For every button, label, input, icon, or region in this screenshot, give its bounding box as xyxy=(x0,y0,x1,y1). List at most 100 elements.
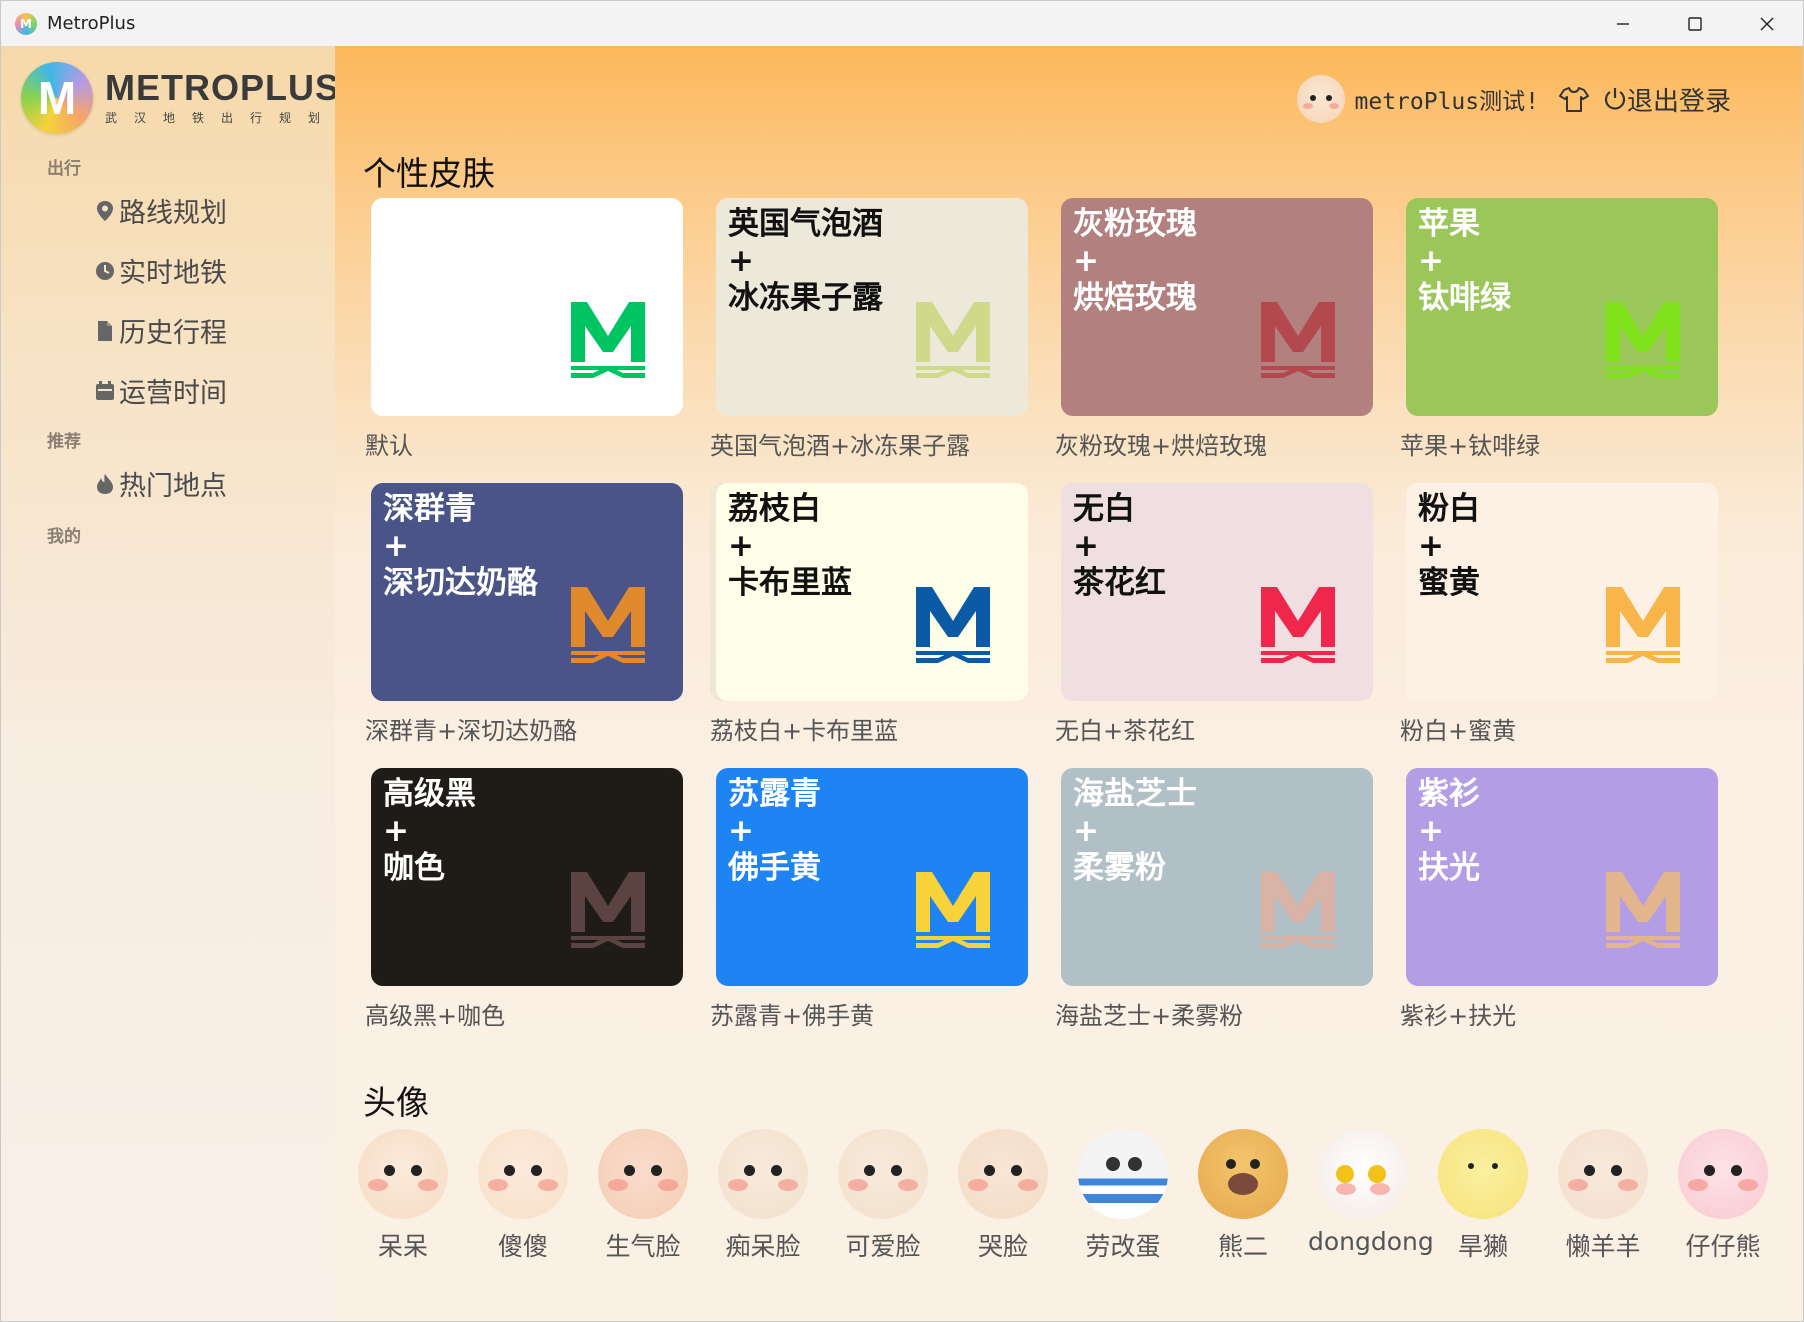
avatar-eye xyxy=(651,1165,662,1176)
skin-card-line: 深切达奶酪 xyxy=(383,565,538,601)
angry-face-icon xyxy=(598,1129,688,1219)
sidebar-item-operating-hours[interactable]: 运营时间 xyxy=(95,371,227,410)
avatar-label: 旱獭 xyxy=(1457,1232,1508,1261)
skin-caption: 海盐芝士+柔雾粉 xyxy=(1055,1002,1244,1030)
avatar-option[interactable]: 哭脸 xyxy=(948,1129,1058,1263)
user-avatar[interactable] xyxy=(1296,75,1345,123)
skin-card-line: + xyxy=(1418,813,1444,849)
skin-card[interactable]: 荔枝白 + 卡布里蓝 xyxy=(716,483,1028,701)
sidebar-item-hot-places[interactable]: 热门地点 xyxy=(95,464,227,503)
crying-face-icon xyxy=(958,1129,1048,1219)
minimize-button[interactable] xyxy=(1587,1,1659,46)
avatar-label: 劳改蛋 xyxy=(1085,1232,1161,1261)
skin-card-line: 蜜黄 xyxy=(1418,565,1480,601)
skin-card-title: 粉白 + 蜜黄 xyxy=(1418,491,1480,602)
avatar-label: 痴呆脸 xyxy=(725,1232,801,1261)
avatar-blush xyxy=(1738,1179,1758,1191)
skin-card-line: 烘焙玫瑰 xyxy=(1073,280,1197,316)
window-controls xyxy=(1587,1,1803,46)
avatar-blush xyxy=(1336,1183,1356,1195)
avatar-blush xyxy=(968,1179,988,1191)
avatar-eye xyxy=(1325,95,1332,101)
skin-card-line: 英国气泡酒 xyxy=(728,206,883,242)
location-pin-icon xyxy=(95,200,115,222)
skin-card[interactable]: 苏露青 + 佛手黄 xyxy=(716,768,1028,986)
metro-m-logo-icon xyxy=(1261,872,1335,948)
skin-card[interactable]: 英国气泡酒 + 冰冻果子露 xyxy=(716,198,1028,416)
avatar-option[interactable]: 旱獭 xyxy=(1428,1129,1538,1263)
skin-card[interactable]: 灰粉玫瑰 + 烘焙玫瑰 xyxy=(1061,198,1373,416)
avatar-eye xyxy=(1128,1157,1142,1171)
skin-card[interactable]: 苹果 + 钛啡绿 xyxy=(1406,198,1718,416)
username-label: metroPlus测试! xyxy=(1354,89,1539,115)
avatar-option[interactable]: 熊二 xyxy=(1188,1129,1298,1263)
skin-card[interactable]: 海盐芝士 + 柔雾粉 xyxy=(1061,768,1373,986)
skin-card[interactable]: 深群青 + 深切达奶酪 xyxy=(371,483,683,701)
dongdong-sunglasses-icon xyxy=(1318,1129,1408,1219)
avatar-option[interactable]: 呆呆 xyxy=(348,1129,458,1263)
skin-caption: 荔枝白+卡布里蓝 xyxy=(710,717,899,745)
dull-face-icon xyxy=(358,1129,448,1219)
avatar-option[interactable]: 痴呆脸 xyxy=(708,1129,818,1263)
avatar-option[interactable]: 傻傻 xyxy=(468,1129,578,1263)
avatar-eye xyxy=(1226,1159,1236,1169)
avatar-option[interactable]: 生气脸 xyxy=(588,1129,698,1263)
skin-card[interactable] xyxy=(371,198,683,416)
avatar-eye xyxy=(1584,1165,1595,1176)
skin-card-title: 紫衫 + 扶光 xyxy=(1418,776,1480,887)
metro-m-logo-icon xyxy=(571,302,645,378)
avatar-eye xyxy=(1611,1165,1622,1176)
skin-card[interactable]: 高级黑 + 咖色 xyxy=(371,768,683,986)
avatar-blush xyxy=(778,1179,798,1191)
avatar-blush xyxy=(538,1179,558,1191)
bear-icon xyxy=(1198,1129,1288,1219)
skin-card[interactable]: 粉白 + 蜜黄 xyxy=(1406,483,1718,701)
avatar-label: 可爱脸 xyxy=(845,1232,921,1261)
close-button[interactable] xyxy=(1731,1,1803,46)
skins-title: 个性皮肤 xyxy=(363,154,495,193)
skin-card-line: 茶花红 xyxy=(1073,565,1166,601)
sidebar-item-history[interactable]: 历史行程 xyxy=(95,311,227,350)
sidebar-item-route-planning[interactable]: 路线规划 xyxy=(95,191,227,230)
avatar-option[interactable]: 懒羊羊 xyxy=(1548,1129,1658,1263)
skin-card-line: 粉白 xyxy=(1418,491,1480,527)
skin-card-line: 冰冻果子露 xyxy=(728,280,883,316)
brand-logo: M METROPLUS 武汉地铁出行规划 xyxy=(21,62,340,134)
prisoner-egg-icon xyxy=(1078,1129,1168,1219)
nav-section-mine: 我的 xyxy=(47,527,81,547)
avatar-blush xyxy=(848,1179,868,1191)
document-icon xyxy=(95,320,115,342)
avatar-option[interactable]: 仔仔熊 xyxy=(1668,1129,1778,1263)
sidebar-item-label: 运营时间 xyxy=(119,378,227,409)
avatar-eye xyxy=(1731,1165,1742,1176)
avatar-eye xyxy=(1704,1165,1715,1176)
avatar-option[interactable]: dongdong xyxy=(1308,1129,1434,1256)
tshirt-icon[interactable] xyxy=(1558,85,1589,113)
metro-m-logo-icon xyxy=(1606,872,1680,948)
skin-card-line: + xyxy=(1073,243,1099,279)
skin-card-title: 荔枝白 + 卡布里蓝 xyxy=(728,491,852,602)
nav-section-recommend: 推荐 xyxy=(47,432,81,452)
logout-button[interactable]: 退出登录 xyxy=(1603,81,1731,118)
maximize-button[interactable] xyxy=(1659,1,1731,46)
skin-card-line: 苏露青 xyxy=(728,776,821,812)
skin-card-line: + xyxy=(1073,528,1099,564)
pink-bear-icon xyxy=(1678,1129,1768,1219)
avatar-label: 生气脸 xyxy=(605,1232,681,1261)
avatar-option[interactable]: 劳改蛋 xyxy=(1068,1129,1178,1263)
skin-card-line: + xyxy=(383,813,409,849)
metro-m-logo-icon xyxy=(1606,302,1680,378)
skin-card[interactable]: 紫衫 + 扶光 xyxy=(1406,768,1718,986)
avatar-blush xyxy=(1618,1179,1638,1191)
skin-card-line: 无白 xyxy=(1073,491,1135,527)
avatar-eye xyxy=(771,1165,782,1176)
avatar-option[interactable]: 可爱脸 xyxy=(828,1129,938,1263)
skin-card-line: 苹果 xyxy=(1418,206,1480,242)
avatar-blush xyxy=(1370,1183,1390,1195)
skin-card[interactable]: 无白 + 茶花红 xyxy=(1061,483,1373,701)
sidebar-item-realtime-metro[interactable]: 实时地铁 xyxy=(95,251,227,290)
brand-subtitle: 武汉地铁出行规划 xyxy=(105,111,338,125)
silly-face-icon xyxy=(478,1129,568,1219)
metro-m-logo-icon xyxy=(916,587,990,663)
skin-card-title: 灰粉玫瑰 + 烘焙玫瑰 xyxy=(1073,206,1197,317)
